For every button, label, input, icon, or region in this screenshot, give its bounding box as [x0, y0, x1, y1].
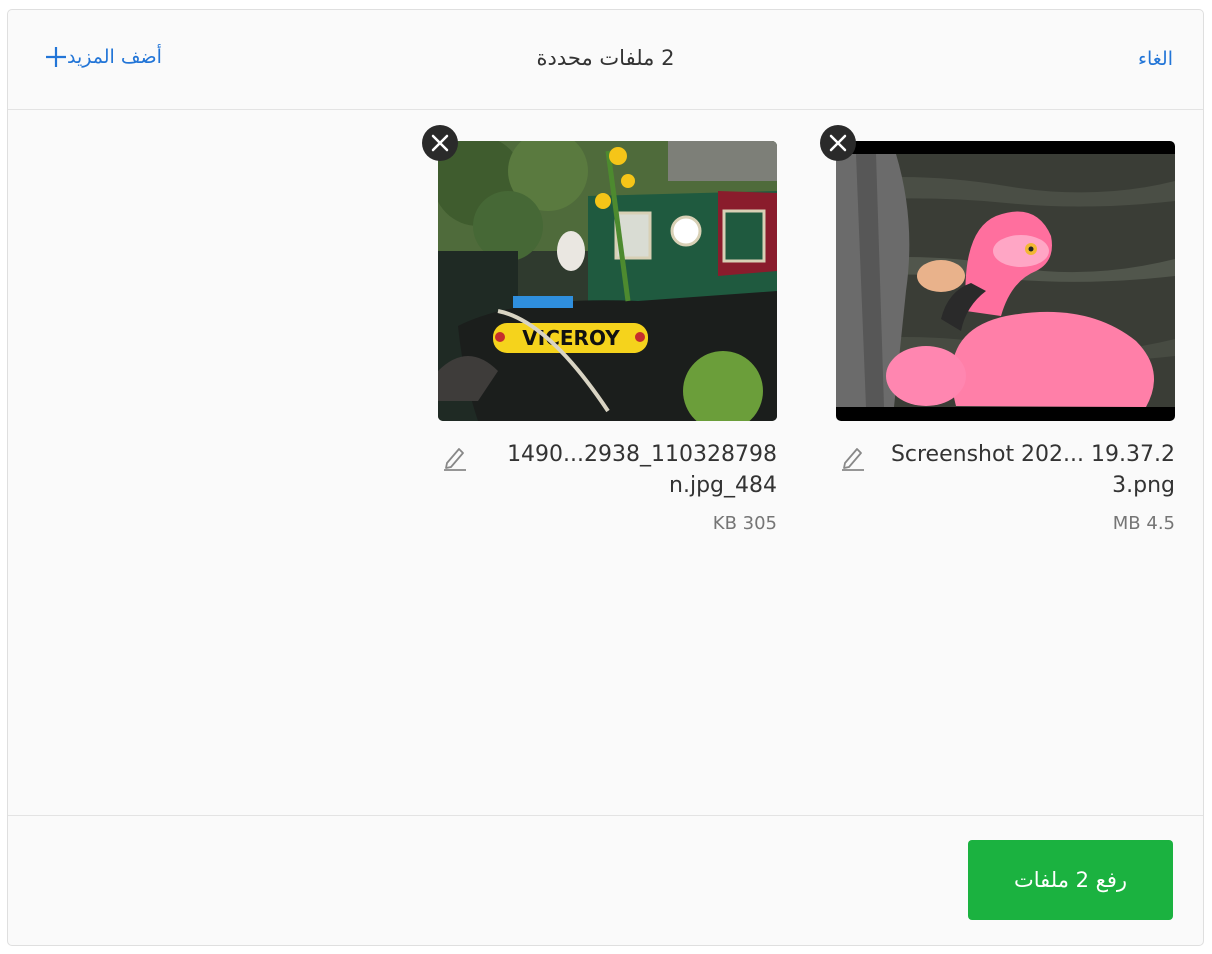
header-bar: الغاء 2 ملفات محددة أضف المزيد [8, 10, 1203, 110]
uploader-dashboard: الغاء 2 ملفات محددة أضف المزيد Screensho… [7, 9, 1204, 946]
pencil-icon [842, 448, 864, 471]
add-more-label: أضف المزيد [67, 46, 162, 68]
pencil-icon [444, 448, 466, 471]
edit-file-button[interactable] [840, 443, 866, 471]
file-thumbnail-boat: VICEROY [438, 141, 777, 421]
plus-icon [45, 46, 67, 68]
file-name: Screenshot 202... 19.37.23.png [890, 442, 1175, 498]
file-size: KB 305 [712, 513, 777, 534]
edit-file-button[interactable] [442, 443, 468, 471]
file-name: 1490...2938_110328798n.jpg_484 [507, 442, 777, 498]
remove-file-button[interactable] [422, 125, 458, 161]
upload-button[interactable]: رفع 2 ملفات [968, 840, 1173, 920]
selected-files-title: 2 ملفات محددة [536, 46, 675, 70]
close-icon [829, 134, 847, 152]
footer-bar: رفع 2 ملفات [8, 815, 1203, 945]
remove-file-button[interactable] [820, 125, 856, 161]
close-icon [431, 134, 449, 152]
file-size: MB 4.5 [1112, 513, 1175, 534]
add-more-button[interactable]: أضف المزيد [39, 46, 162, 68]
file-thumbnail-flamingo [836, 141, 1175, 421]
